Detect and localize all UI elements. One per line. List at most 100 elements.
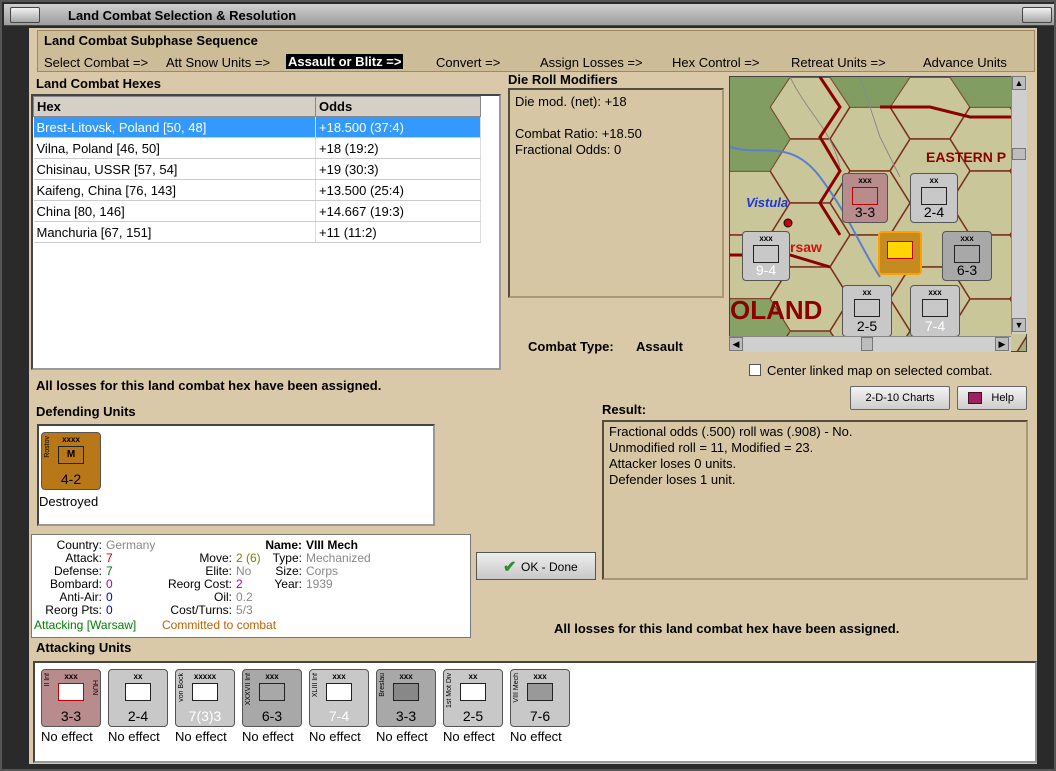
table-row[interactable]: Brest-Litovsk, Poland [50, 48] +18.500 (3… [33, 116, 481, 138]
col-header-odds[interactable]: Odds [315, 96, 481, 117]
hq-icon [192, 683, 218, 701]
scroll-thumb[interactable] [861, 337, 873, 351]
hexes-table-box: Hex Odds Brest-Litovsk, Poland [50, 48] +… [31, 94, 501, 370]
combat-type-value: Assault [636, 339, 683, 354]
unit-size: xx [133, 672, 143, 681]
unit-size: xxx [64, 672, 78, 681]
center-map-checkbox[interactable] [749, 364, 761, 376]
map-unit-counter[interactable]: xx 2-4 [910, 173, 958, 223]
unit-size: xxx [265, 672, 279, 681]
table-row[interactable]: Vilna, Poland [46, 50] +18 (19:2) [33, 137, 481, 159]
infantry-icon [125, 683, 151, 701]
unit-size: xxx [533, 672, 547, 681]
step-assault-or-blitz[interactable]: Assault or Blitz => [286, 54, 404, 69]
losses-message-top: All losses for this land combat hex have… [36, 378, 382, 393]
map-label-eastern: EASTERN P [926, 149, 1007, 165]
map-vertical-scrollbar[interactable]: ▲ ▼ [1011, 76, 1027, 334]
step-select-combat[interactable]: Select Combat => [44, 55, 148, 70]
map-unit-counter[interactable]: xxx 9-4 [742, 231, 790, 281]
unit-strength: 3-3 [395, 708, 417, 724]
scroll-right-icon[interactable]: ▶ [995, 337, 1009, 351]
reorgpts-label: Reorg Pts: [45, 603, 102, 617]
costturns-value: 5/3 [236, 603, 253, 617]
map-unit-counter[interactable]: xxx 6-3 [942, 231, 992, 281]
attacking-from: Attacking [Warsaw] [34, 618, 137, 632]
attacking-unit-counter[interactable]: XXXVII Inf xxx 6-3 [242, 669, 302, 727]
odds-cell: +19 (30:3) [315, 158, 481, 180]
step-assign-losses[interactable]: Assign Losses => [540, 55, 643, 70]
attacking-unit-counter[interactable]: VIII Mech xxx 7-6 [510, 669, 570, 727]
unit-size: xxx [960, 234, 974, 243]
attacking-unit-counter[interactable]: II Inf HUN xxx 3-3 [41, 669, 101, 727]
attacking-unit-counter[interactable]: von Bock xxxxx 7(3)3 [175, 669, 235, 727]
die-mods-header: Die Roll Modifiers [508, 72, 618, 87]
odds-cell: +18 (19:2) [315, 137, 481, 159]
hex-cell: Vilna, Poland [46, 50] [33, 137, 316, 159]
unit-size: xxxx [62, 435, 80, 444]
table-row[interactable]: Chisinau, USSR [57, 54] +19 (30:3) [33, 158, 481, 180]
step-att-snow-units[interactable]: Att Snow Units => [166, 55, 270, 70]
map-label-warsaw: rsaw [790, 239, 822, 255]
attacking-unit-counter[interactable]: 1st Mot Div xx 2-5 [443, 669, 503, 727]
mech-icon [527, 683, 553, 701]
unit-nationality: HUN [91, 680, 98, 696]
unit-strength: 4-2 [60, 471, 82, 487]
map-label-vistula: Vistula [746, 195, 789, 210]
attacking-unit-counter[interactable]: Breslau xxx 3-3 [376, 669, 436, 727]
unit-info-box: Country: Germany Attack: 7 Defense: 7 Bo… [31, 534, 471, 638]
unit-strength: 2-5 [462, 708, 484, 724]
motorized-icon [460, 683, 486, 701]
unit-strength: 7(3)3 [188, 708, 222, 724]
result-line: Fractional odds (.500) roll was (.908) -… [609, 424, 853, 439]
step-hex-control[interactable]: Hex Control => [672, 55, 759, 70]
odds-cell: +13.500 (25:4) [315, 179, 481, 201]
unit-strength: 7-6 [529, 708, 551, 724]
system-menu-button[interactable] [10, 7, 40, 23]
infantry-icon [921, 187, 947, 205]
scroll-up-icon[interactable]: ▲ [1012, 76, 1026, 90]
odds-cell: +11 (11:2) [315, 221, 481, 243]
attacking-unit-status: No effect [175, 729, 227, 744]
defending-unit-counter[interactable]: Rostov xxxx M 4-2 [41, 432, 101, 490]
help-button[interactable]: Help [957, 386, 1027, 410]
hexes-table: Hex Odds Brest-Litovsk, Poland [50, 48] +… [33, 96, 481, 243]
map-defender-counter[interactable] [878, 231, 922, 275]
infantry-icon [852, 187, 878, 205]
unit-strength: 9-4 [755, 262, 777, 278]
scroll-thumb[interactable] [1012, 148, 1026, 160]
step-retreat-units[interactable]: Retreat Units => [791, 55, 886, 70]
table-row[interactable]: Kaifeng, China [76, 143] +13.500 (25:4) [33, 179, 481, 201]
attacking-unit-status: No effect [309, 729, 361, 744]
close-button[interactable] [1022, 7, 1052, 23]
col-header-hex[interactable]: Hex [33, 96, 316, 117]
charts-button[interactable]: 2-D-10 Charts [850, 386, 950, 410]
infantry-icon [58, 683, 84, 701]
table-row[interactable]: China [80, 146] +14.667 (19:3) [33, 200, 481, 222]
unit-strength: 7-4 [924, 318, 946, 334]
scroll-left-icon[interactable]: ◀ [729, 337, 743, 351]
map-unit-counter[interactable]: xxx 3-3 [842, 173, 888, 223]
ok-done-button[interactable]: ✔ OK - Done [476, 552, 596, 580]
unit-size: xxx [332, 672, 346, 681]
map-horizontal-scrollbar[interactable]: ◀ ▶ [729, 336, 1011, 352]
attacking-unit-counter[interactable]: XLIII Inf xxx 7-4 [309, 669, 369, 727]
attacking-units-box: II Inf HUN xxx 3-3 No effect xx 2-4 No e… [33, 661, 1037, 763]
attacking-unit-status: No effect [242, 729, 294, 744]
country-value: Germany [106, 538, 156, 552]
attacking-unit-counter[interactable]: xx 2-4 [108, 669, 168, 727]
scroll-down-icon[interactable]: ▼ [1012, 318, 1026, 332]
attacking-unit-status: No effect [108, 729, 160, 744]
unit-strength: 2-5 [856, 318, 878, 334]
year-value: 1939 [306, 577, 333, 591]
step-advance-units[interactable]: Advance Units [923, 55, 1007, 70]
unit-size: xx [468, 672, 478, 681]
map-unit-counter[interactable]: xxx 7-4 [910, 285, 960, 337]
table-row[interactable]: Manchuria [67, 151] +11 (11:2) [33, 221, 481, 243]
map-unit-counter[interactable]: xx 2-5 [842, 285, 892, 337]
step-convert[interactable]: Convert => [436, 55, 500, 70]
help-button-label: Help [991, 392, 1014, 404]
center-map-label: Center linked map on selected combat. [767, 363, 993, 378]
attacking-unit-status: No effect [376, 729, 428, 744]
linked-map[interactable]: Vistula rsaw EASTERN P OLAND xxx 3-3 xx … [729, 76, 1027, 352]
attacking-unit-status: No effect [443, 729, 495, 744]
